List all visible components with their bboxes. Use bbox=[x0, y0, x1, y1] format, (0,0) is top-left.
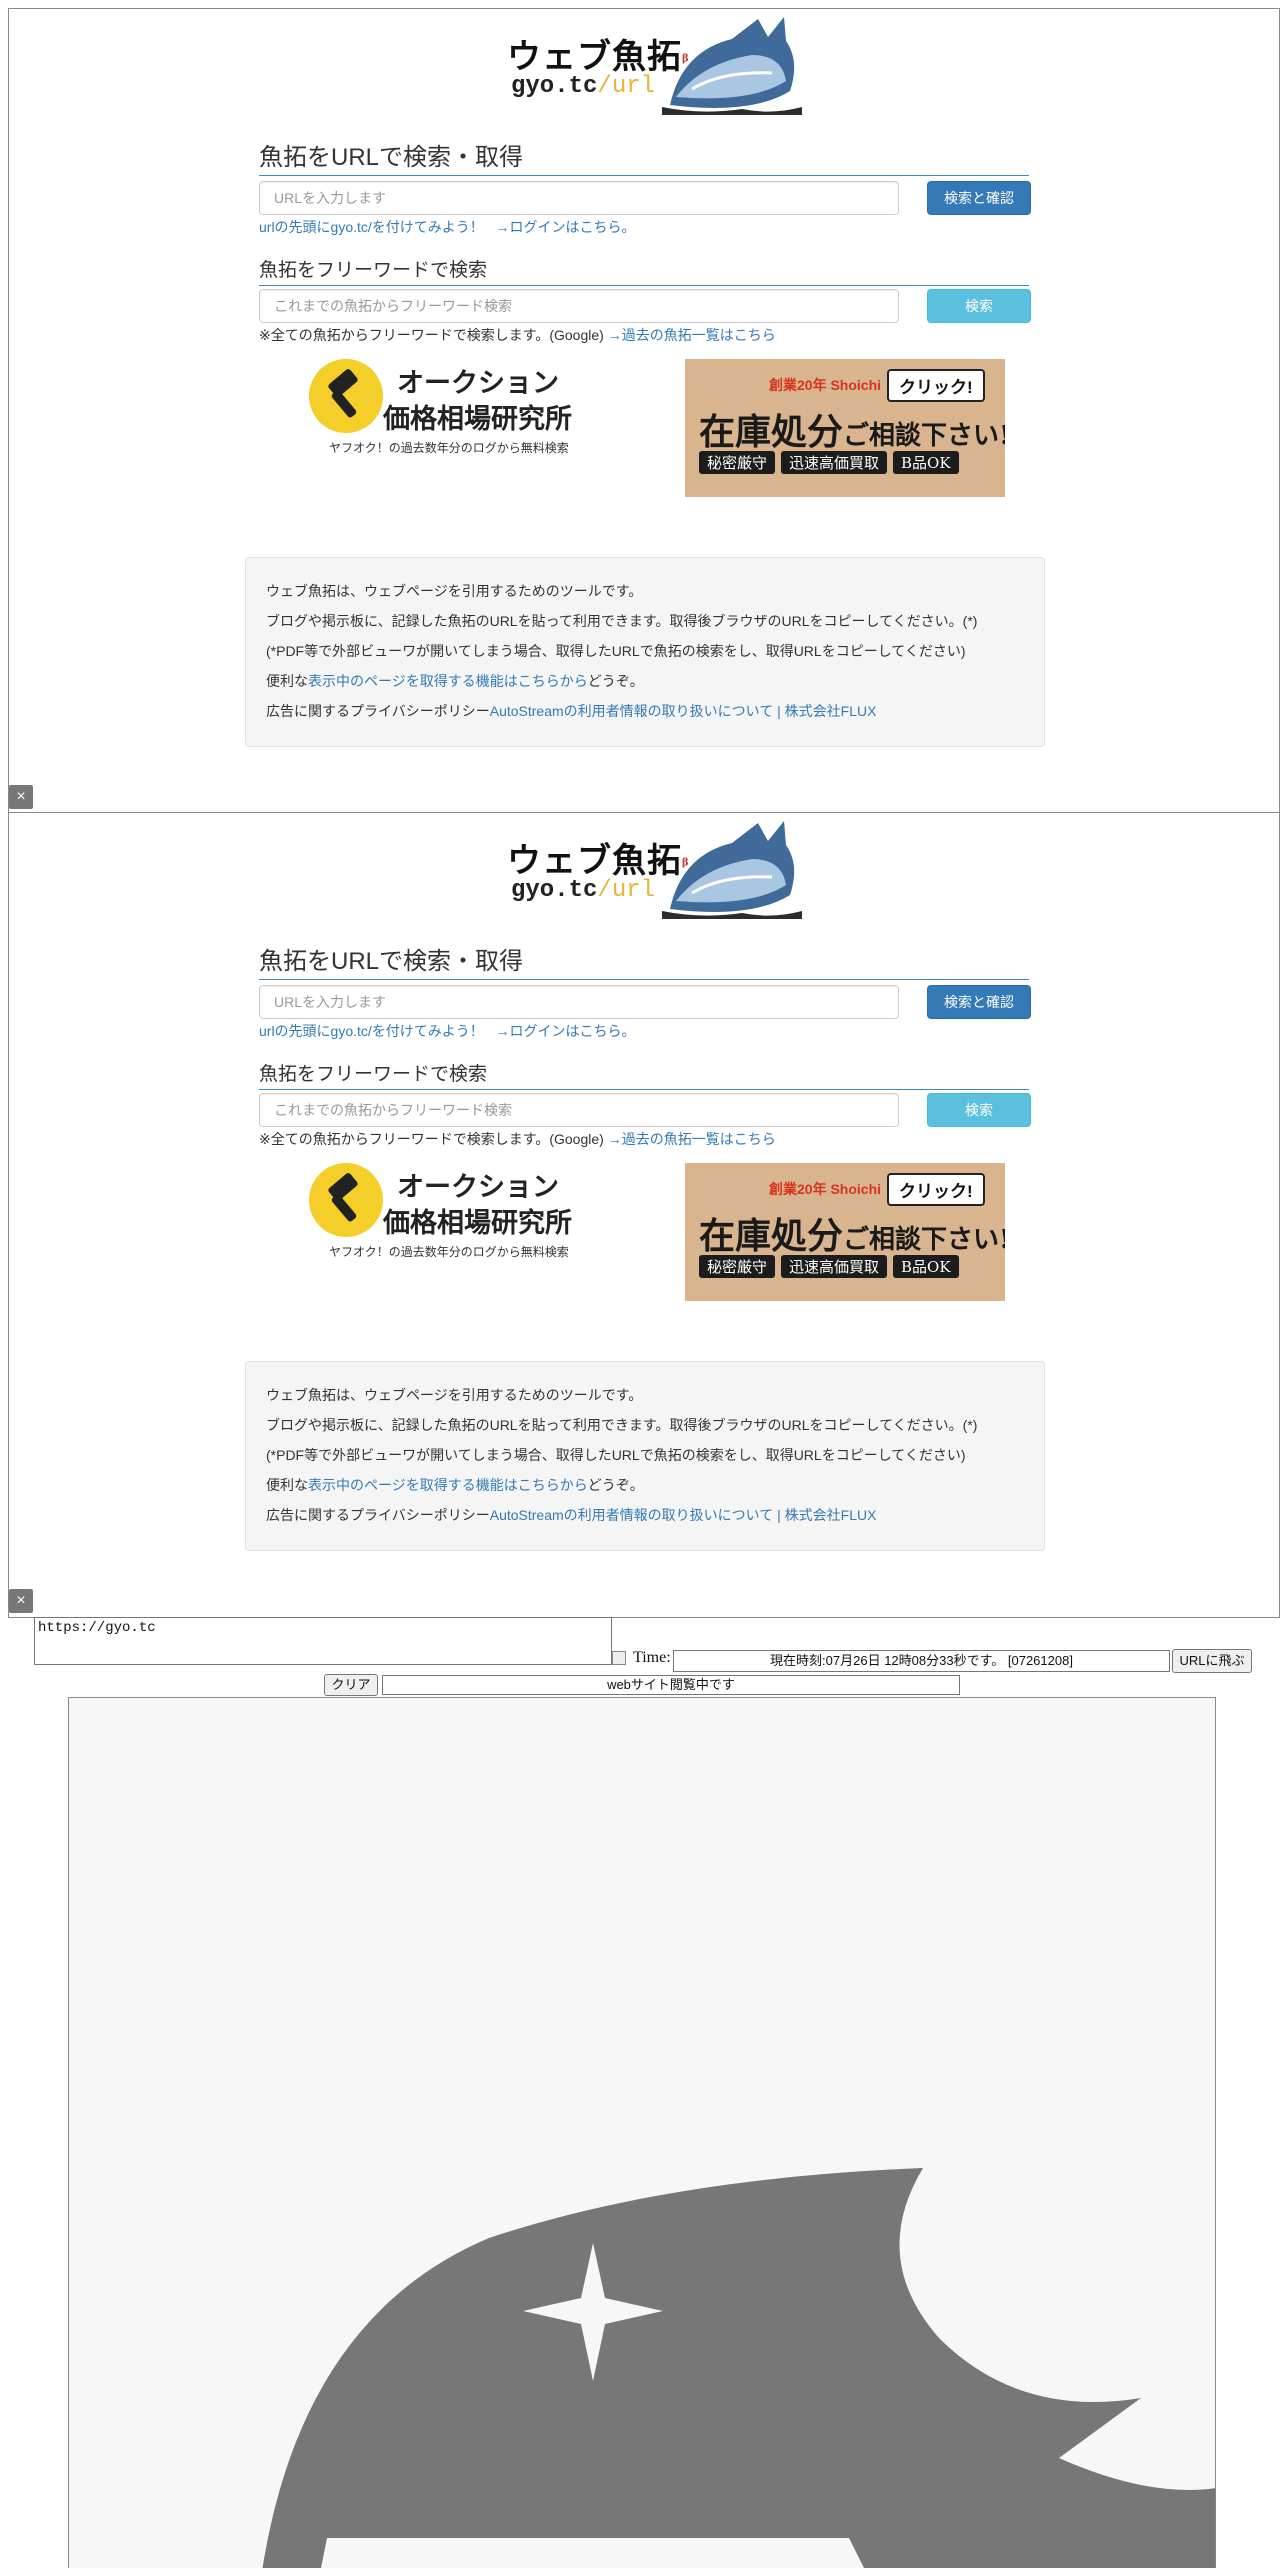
site-logo[interactable]: ウェブ魚拓β gyo.tc/url bbox=[497, 815, 807, 919]
url-hint: urlの先頭にgyo.tc/を付けてみよう！ →ログインはこちら。 bbox=[259, 217, 635, 237]
free-search-hint: ※全ての魚拓からフリーワードで検索します。(Google) →過去の魚拓一覧はこ… bbox=[259, 327, 776, 343]
archive-list-link[interactable]: →過去の魚拓一覧はこちら bbox=[608, 327, 776, 343]
jump-to-url-button[interactable]: URLに飛ぶ bbox=[1172, 1649, 1252, 1673]
auction-ad[interactable]: オークション 価格相場研究所 ヤフオク！の過去数年分のログから無料検索 bbox=[299, 1161, 599, 1271]
close-icon[interactable]: × bbox=[9, 785, 33, 809]
login-link[interactable]: →ログインはこちら。 bbox=[495, 1023, 635, 1039]
resize-handle-icon[interactable] bbox=[612, 1651, 626, 1665]
fish-print-image bbox=[662, 821, 802, 919]
logo-url: gyo.tc/url bbox=[511, 877, 656, 904]
free-search-title: 魚拓をフリーワードで検索 bbox=[259, 255, 1029, 286]
auction-ad[interactable]: オークション 価格相場研究所 ヤフオク！の過去数年分のログから無料検索 bbox=[299, 357, 599, 467]
ad-click-badge: クリック! bbox=[887, 1173, 985, 1206]
free-search-button[interactable]: 検索 bbox=[927, 289, 1031, 323]
clear-button[interactable]: クリア bbox=[324, 1674, 378, 1696]
url-search-title: 魚拓をURLで検索・取得 bbox=[259, 941, 1029, 980]
url-input[interactable]: URLを入力します bbox=[259, 181, 899, 215]
search-confirm-button[interactable]: 検索と確認 bbox=[927, 985, 1031, 1019]
gyotaku-frame-1: ウェブ魚拓β gyo.tc/url 魚拓をURLで検索・取得 URLを入力します… bbox=[8, 8, 1280, 814]
site-logo[interactable]: ウェブ魚拓β gyo.tc/url bbox=[497, 11, 807, 115]
gyotc-prefix-link[interactable]: urlの先頭にgyo.tc/を付けてみよう！ bbox=[259, 1023, 484, 1039]
free-search-input[interactable]: これまでの魚拓からフリーワード検索 bbox=[259, 289, 899, 323]
gyotaku-frame-2: ウェブ魚拓β gyo.tc/url 魚拓をURLで検索・取得 URLを入力します… bbox=[8, 812, 1280, 1618]
free-search-input[interactable]: これまでの魚拓からフリーワード検索 bbox=[259, 1093, 899, 1127]
ad-click-badge: クリック! bbox=[887, 369, 985, 402]
free-search-button[interactable]: 検索 bbox=[927, 1093, 1031, 1127]
close-icon[interactable]: × bbox=[9, 1589, 33, 1613]
gavel-icon bbox=[309, 359, 383, 433]
info-panel: ウェブ魚拓は、ウェブページを引用するためのツールです。 ブログや掲示板に、記録し… bbox=[245, 1361, 1045, 1551]
web-viewer bbox=[68, 1697, 1216, 2568]
url-hint: urlの先頭にgyo.tc/を付けてみよう！ →ログインはこちら。 bbox=[259, 1021, 635, 1041]
info-panel: ウェブ魚拓は、ウェブページを引用するためのツールです。 ブログや掲示板に、記録し… bbox=[245, 557, 1045, 747]
inventory-ad[interactable]: 創業20年 Shoichi クリック! 在庫処分ご相談下さい! 秘密厳守 迅速高価… bbox=[685, 359, 1005, 497]
get-current-page-link[interactable]: 表示中のページを取得する機能はこちらから bbox=[308, 673, 588, 689]
logo-url: gyo.tc/url bbox=[511, 73, 656, 100]
url-search-title: 魚拓をURLで検索・取得 bbox=[259, 137, 1029, 176]
url-input[interactable]: URLを入力します bbox=[259, 985, 899, 1019]
time-field[interactable]: 現在時刻:07月26日 12時08分33秒です。 [07261208] bbox=[673, 1650, 1170, 1672]
free-search-title: 魚拓をフリーワードで検索 bbox=[259, 1059, 1029, 1090]
free-search-hint: ※全ての魚拓からフリーワードで検索します。(Google) →過去の魚拓一覧はこ… bbox=[259, 1131, 776, 1147]
url-textarea[interactable]: https://gyo.tc bbox=[34, 1617, 612, 1665]
privacy-policy-link[interactable]: AutoStreamの利用者情報の取り扱いについて | 株式会社FLUX bbox=[490, 1507, 877, 1523]
status-field[interactable]: webサイト閲覧中です bbox=[382, 1675, 960, 1695]
privacy-policy-link[interactable]: AutoStreamの利用者情報の取り扱いについて | 株式会社FLUX bbox=[490, 703, 877, 719]
time-label: Time: bbox=[633, 1649, 671, 1666]
fish-print-image bbox=[662, 17, 802, 115]
gavel-icon bbox=[309, 1163, 383, 1237]
gyotc-prefix-link[interactable]: urlの先頭にgyo.tc/を付けてみよう！ bbox=[259, 219, 484, 235]
archive-list-link[interactable]: →過去の魚拓一覧はこちら bbox=[608, 1131, 776, 1147]
search-confirm-button[interactable]: 検索と確認 bbox=[927, 181, 1031, 215]
get-current-page-link[interactable]: 表示中のページを取得する機能はこちらから bbox=[308, 1477, 588, 1493]
app-logo-icon bbox=[262, 2168, 1215, 2568]
login-link[interactable]: →ログインはこちら。 bbox=[495, 219, 635, 235]
inventory-ad[interactable]: 創業20年 Shoichi クリック! 在庫処分ご相談下さい! 秘密厳守 迅速高価… bbox=[685, 1163, 1005, 1301]
